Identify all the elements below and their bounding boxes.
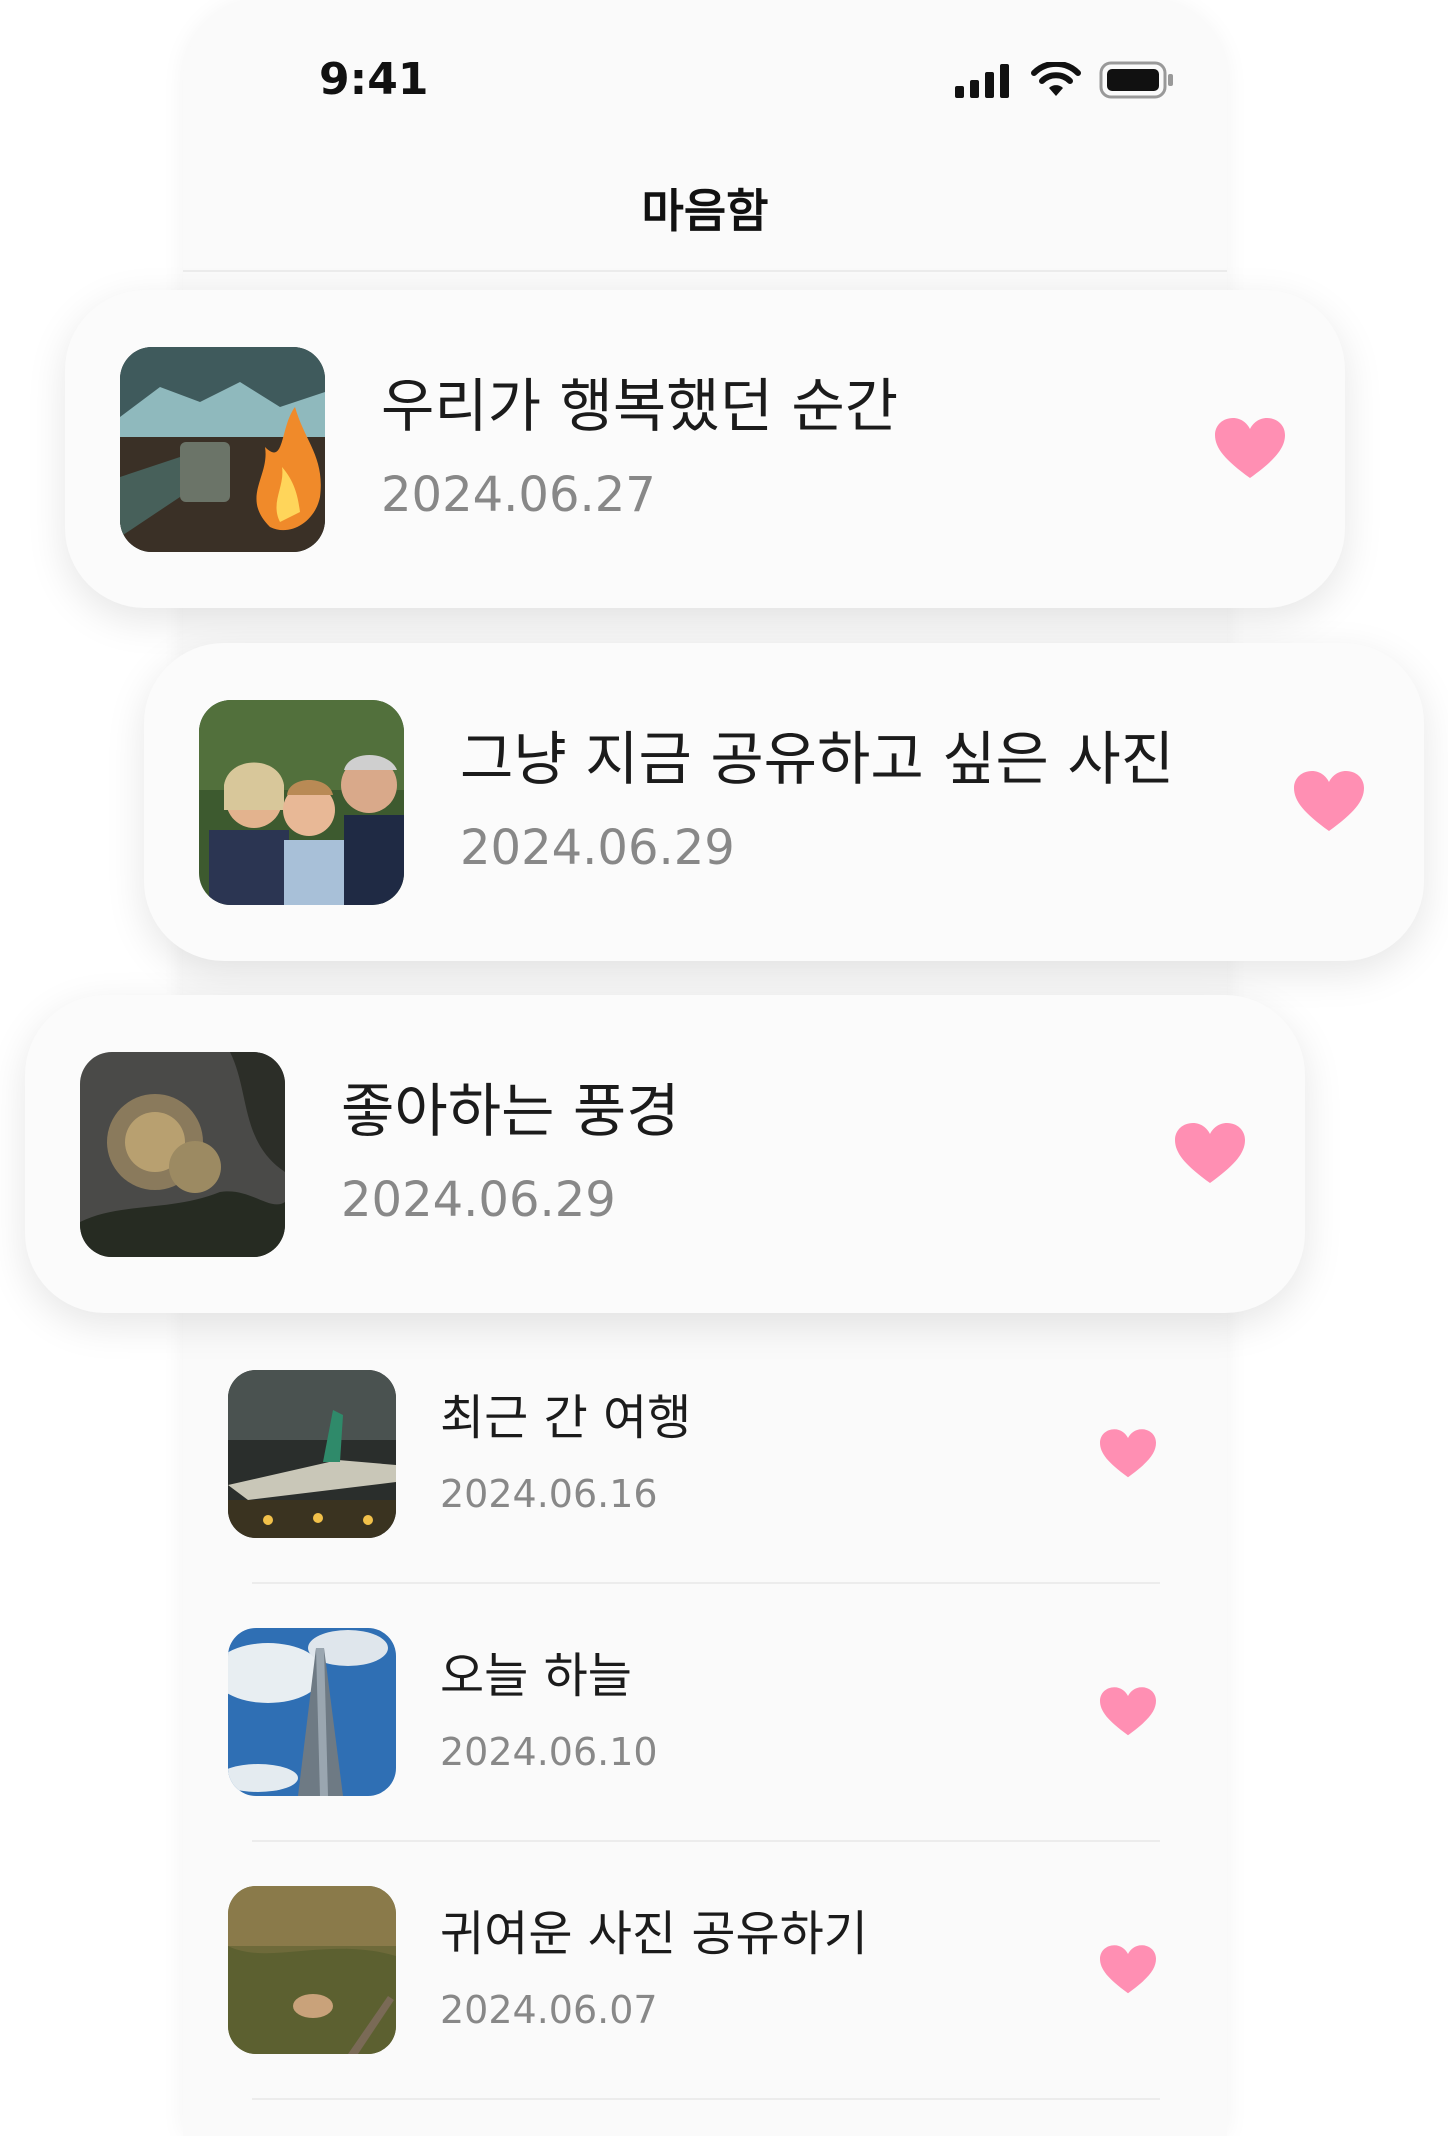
wifi-icon [1031,62,1081,96]
thumbnail-image [228,1370,396,1538]
heart-icon[interactable] [1294,771,1364,833]
thumbnail-image [199,699,404,905]
signal-icon [955,64,1009,98]
status-icons [955,60,1175,100]
page-title: 마음함 [641,184,769,238]
heart-icon[interactable] [1100,1687,1156,1737]
featured-card[interactable]: 우리가 행복했던 순간 2024.06.27 [65,290,1345,608]
heart-icon[interactable] [1100,1945,1156,1995]
item-date: 2024.06.29 [341,1171,616,1228]
heart-icon[interactable] [1215,418,1285,480]
item-date: 2024.06.16 [440,1472,658,1517]
item-title: 우리가 행복했던 순간 [381,372,899,441]
list-item[interactable]: 오늘 하늘 2024.06.10 [228,1583,1162,1841]
item-date: 2024.06.27 [381,466,656,523]
featured-card[interactable]: 그냥 지금 공유하고 싶은 사진 2024.06.29 [144,643,1424,961]
featured-card[interactable]: 좋아하는 풍경 2024.06.29 [25,995,1305,1313]
thumbnail-image [80,1051,285,1257]
thumbnail-image [228,1628,396,1796]
heart-icon[interactable] [1100,1429,1156,1479]
list-item[interactable]: 귀여운 사진 공유하기 2024.06.07 [228,1841,1162,2099]
item-title: 최근 간 여행 [440,1389,692,1446]
heart-icon[interactable] [1175,1123,1245,1185]
thumbnail-image [120,346,325,552]
item-title: 그냥 지금 공유하고 싶은 사진 [460,725,1175,794]
header-divider [183,270,1227,272]
list-item[interactable]: 최근 간 여행 2024.06.16 [228,1325,1162,1583]
item-title: 오늘 하늘 [440,1647,632,1704]
list-divider [252,2098,1160,2100]
item-title: 귀여운 사진 공유하기 [440,1905,868,1962]
item-date: 2024.06.10 [440,1730,658,1775]
thumbnail-image [228,1886,396,2054]
item-date: 2024.06.29 [460,819,735,876]
battery-icon [1099,61,1173,99]
item-title: 좋아하는 풍경 [341,1077,680,1146]
status-time: 9:41 [319,54,429,105]
item-date: 2024.06.07 [440,1988,658,2033]
